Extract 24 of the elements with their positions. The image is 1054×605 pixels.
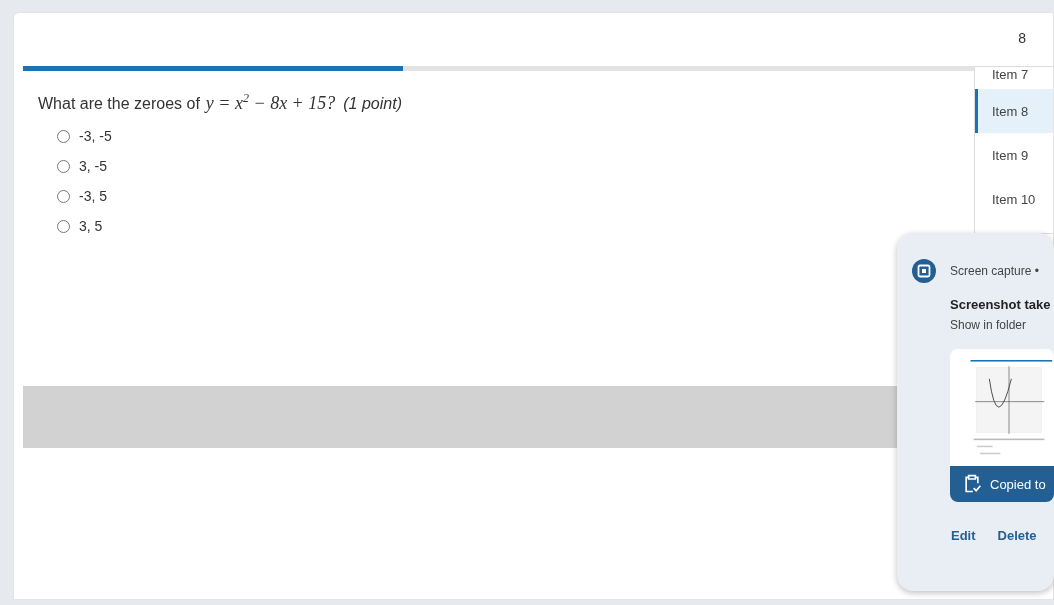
show-in-folder-link[interactable]: Show in folder bbox=[950, 318, 1027, 332]
answer-option[interactable]: 3, -5 bbox=[57, 158, 107, 174]
notification-action-button[interactable]: Edit bbox=[947, 524, 980, 547]
screen-capture-icon bbox=[912, 259, 936, 283]
item-link[interactable]: Item 9 bbox=[975, 133, 1053, 177]
page-number: 8 bbox=[1018, 29, 1026, 46]
question-text: What are the zeroes of bbox=[38, 95, 200, 113]
radio-button[interactable] bbox=[57, 189, 70, 203]
item-link[interactable]: Item 8 bbox=[975, 89, 1053, 133]
item-link[interactable]: Item 10 bbox=[975, 177, 1053, 221]
radio-button[interactable] bbox=[57, 219, 70, 233]
radio-button[interactable] bbox=[57, 129, 70, 143]
answer-option[interactable]: -3, 5 bbox=[57, 188, 107, 204]
answer-option[interactable]: -3, -5 bbox=[57, 128, 112, 144]
notification-title: Screenshot take bbox=[950, 297, 1052, 312]
clipboard-check-icon bbox=[962, 474, 982, 494]
copied-banner: Copied to bbox=[950, 466, 1054, 502]
notification-action-button[interactable]: Delete bbox=[993, 524, 1041, 547]
item-link[interactable]: Item 7 bbox=[975, 67, 1053, 89]
answer-option[interactable]: 3, 5 bbox=[57, 218, 103, 234]
radio-button[interactable] bbox=[57, 159, 70, 173]
points-label: (1 point) bbox=[343, 95, 402, 113]
notification-source: Screen capture • bbox=[950, 264, 1039, 278]
equation: y = x$^{2}$ − 8x + 15? bbox=[205, 91, 336, 114]
